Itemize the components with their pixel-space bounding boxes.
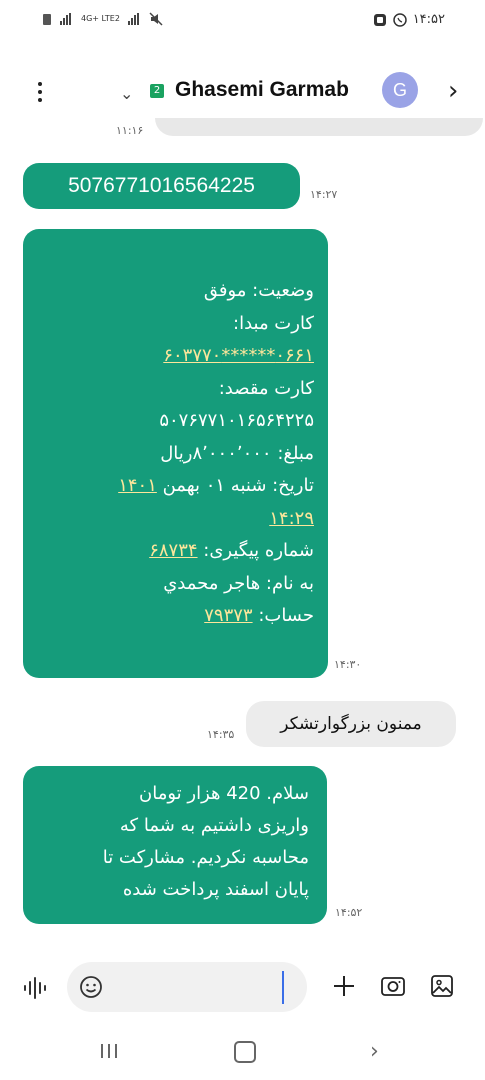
conversation-header: ⌄ 2 Ghasemi Garmab G ›	[0, 62, 485, 122]
name-line: به نام: هاجر محمدي	[163, 572, 314, 594]
message-time-3: ۱۴:۳۵	[207, 728, 235, 741]
message-4-line-3: محاسبه نکردیم. مشارکت تا	[102, 847, 309, 868]
message-4-text: سلام. 420 هزار تومان واریزی داشتیم به شم…	[34, 778, 309, 906]
message-4-line-2: واریزی داشتیم به شما که	[119, 815, 309, 836]
account-value[interactable]: ۷۹۳۷۳	[204, 605, 252, 626]
message-bubble-4[interactable]: سلام. 420 هزار تومان واریزی داشتیم به شم…	[23, 766, 327, 924]
date-line: تاریخ: شنبه ۰۱ بهمن	[162, 475, 314, 496]
date-year[interactable]: ۱۴۰۱	[118, 475, 157, 496]
voice-icon[interactable]	[22, 976, 50, 1000]
status-bar: 4G+ LTE2 ۱۴:۵۲	[0, 0, 485, 40]
app-notification-icon	[373, 13, 386, 26]
source-card-value[interactable]: ۰۶۶۱******۶۰۳۷۷۰	[163, 345, 314, 366]
message-bubble-1[interactable]: 5076771016564225	[23, 163, 300, 209]
avatar[interactable]: G	[382, 72, 418, 108]
message-time-1: ۱۴:۲۷	[310, 188, 338, 201]
chevron-down-icon[interactable]: ⌄	[120, 84, 133, 103]
message-time-4: ۱۴:۵۲	[335, 906, 363, 919]
home-icon[interactable]	[234, 1041, 256, 1063]
message-bubble-2[interactable]: وضعیت: موفق کارت مبدا: ۰۶۶۱******۶۰۳۷۷۰ …	[23, 229, 328, 678]
nav-back-icon[interactable]: ›	[370, 1039, 379, 1064]
signal-icon-2	[127, 13, 139, 25]
message-input[interactable]	[67, 962, 307, 1012]
clock: ۱۴:۵۲	[412, 12, 445, 27]
recent-apps-icon[interactable]	[98, 1041, 120, 1061]
gallery-icon[interactable]	[430, 974, 454, 998]
network-label: 4G+ LTE2	[81, 14, 120, 23]
whatsapp-icon	[392, 12, 407, 27]
system-navigation-bar: ›	[0, 1025, 485, 1080]
time-value[interactable]: ۱۴:۲۹	[269, 508, 314, 529]
tracking-value[interactable]: ۶۸۷۳۴	[149, 540, 197, 561]
back-icon[interactable]: ›	[448, 76, 458, 106]
source-card-label: کارت مبدا:	[233, 312, 314, 334]
sim-badge: 2	[150, 84, 164, 98]
more-options-icon[interactable]	[30, 82, 50, 104]
status-icons-right: ۱۴:۵۲	[373, 12, 445, 27]
message-bubble-3[interactable]: ممنون بزرگوارتشکر	[246, 701, 456, 747]
camera-icon[interactable]	[380, 974, 406, 998]
text-cursor	[282, 971, 284, 1004]
mute-icon	[149, 12, 163, 26]
message-4-line-4: پایان اسفند پرداخت شده	[122, 879, 309, 900]
amount-line: مبلغ: ۸٬۰۰۰٬۰۰۰ریال	[160, 442, 314, 464]
message-list[interactable]: 5076771016564225 ۱۱:۱۶ 5076771016564225 …	[0, 118, 485, 948]
battery-saver-icon	[43, 14, 51, 25]
status-line: وضعیت: موفق	[203, 280, 314, 301]
message-4-line-1: سلام. 420 هزار تومان	[139, 783, 309, 804]
account-label: حساب:	[258, 605, 314, 626]
contact-name[interactable]: Ghasemi Garmab	[175, 78, 349, 102]
status-icons-left: 4G+ LTE2	[42, 12, 163, 26]
transaction-details: وضعیت: موفق کارت مبدا: ۰۶۶۱******۶۰۳۷۷۰ …	[34, 275, 314, 633]
plus-icon[interactable]	[330, 972, 358, 1000]
previous-message-bubble[interactable]: 5076771016564225	[155, 118, 483, 136]
dest-card-label: کارت مقصد:	[218, 377, 314, 399]
previous-message-time: ۱۱:۱۶	[116, 124, 144, 137]
tracking-label: شماره پیگیری:	[203, 540, 314, 561]
composer-bar	[0, 958, 485, 1018]
dest-card-value: ۵۰۷۶۷۷۱۰۱۶۵۶۴۲۲۵	[159, 410, 314, 431]
message-time-2: ۱۴:۳۰	[334, 658, 362, 671]
emoji-icon[interactable]	[79, 975, 103, 999]
signal-icon	[60, 13, 71, 25]
